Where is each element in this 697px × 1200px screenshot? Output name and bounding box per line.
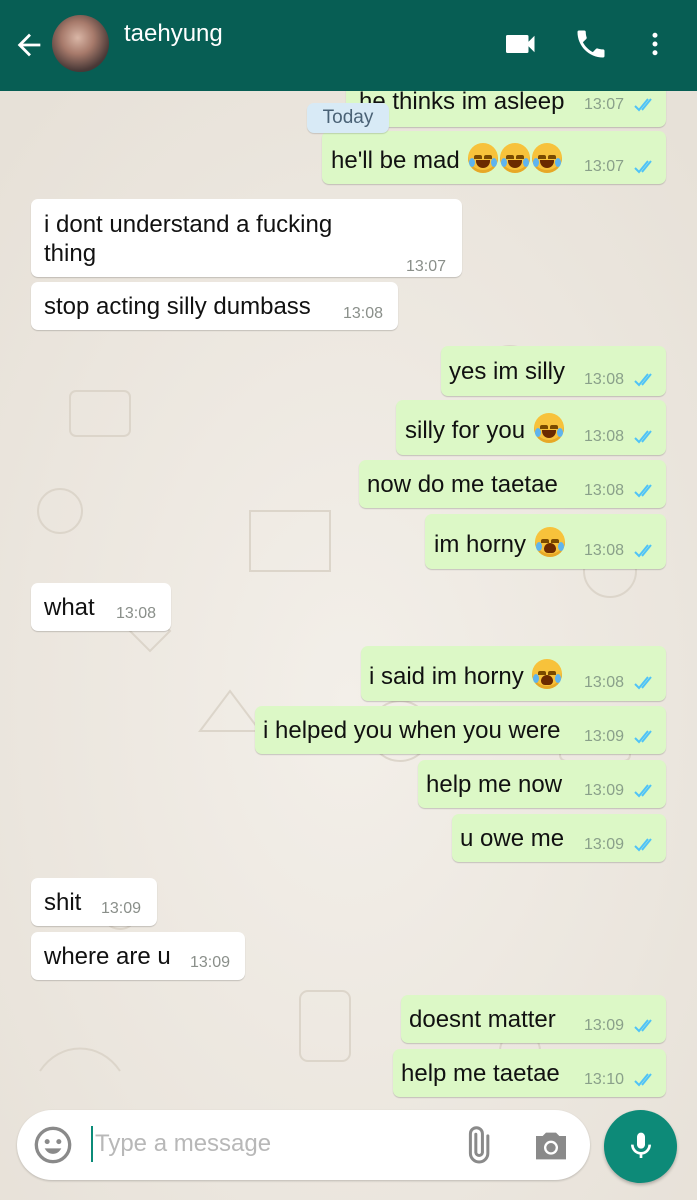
message-time: 13:08 bbox=[116, 605, 157, 622]
message-text: doesnt matter bbox=[409, 1006, 556, 1033]
read-ticks-icon bbox=[634, 98, 652, 112]
message-bubble-outgoing[interactable]: silly for you 13:08 bbox=[396, 400, 666, 455]
read-ticks-icon bbox=[634, 484, 652, 498]
message-input-bar[interactable]: Type a message bbox=[17, 1110, 590, 1180]
message-text-line: i dont understand a fucking bbox=[44, 211, 333, 238]
message-text: help me now bbox=[426, 771, 563, 798]
paperclip-icon[interactable] bbox=[457, 1126, 497, 1166]
message-text: yes im silly bbox=[449, 358, 566, 385]
message-text: now do me taetae bbox=[367, 471, 558, 498]
message-list[interactable]: Today he thinks im asleep 13:07 he'll be… bbox=[0, 91, 697, 1200]
message-input[interactable]: Type a message bbox=[95, 1130, 271, 1158]
message-bubble-outgoing[interactable]: i said im horny 13:08 bbox=[361, 646, 666, 701]
read-ticks-icon bbox=[634, 730, 652, 744]
message-time: 13:10 bbox=[584, 1071, 625, 1088]
read-ticks-icon bbox=[634, 1073, 652, 1087]
message-bubble-outgoing[interactable]: im horny 13:08 bbox=[425, 514, 666, 569]
message-bubble-outgoing[interactable]: i helped you when you were 13:09 bbox=[255, 706, 666, 754]
date-separator: Today bbox=[307, 103, 389, 133]
message-time: 13:09 bbox=[584, 728, 625, 745]
text-caret bbox=[91, 1126, 93, 1162]
microphone-icon bbox=[631, 1132, 651, 1158]
contact-avatar[interactable] bbox=[52, 15, 109, 72]
message-bubble-outgoing[interactable]: help me now 13:09 bbox=[418, 760, 666, 808]
message-bubble-outgoing[interactable]: yes im silly 13:08 bbox=[441, 346, 666, 396]
message-time: 13:07 bbox=[406, 258, 447, 275]
message-bubble-outgoing[interactable]: u owe me 13:09 bbox=[452, 814, 666, 862]
read-ticks-icon bbox=[634, 1019, 652, 1033]
read-ticks-icon bbox=[634, 430, 652, 444]
contact-name[interactable]: taehyung bbox=[124, 20, 223, 48]
whatsapp-chat-screen: taehyung Today he thinks im asleep 13:07… bbox=[0, 0, 697, 1200]
message-bubble-outgoing[interactable]: now do me taetae 13:08 bbox=[359, 460, 666, 508]
message-time: 13:08 bbox=[584, 674, 625, 691]
message-text: he thinks im asleep bbox=[359, 91, 565, 115]
message-text: i helped you when you were bbox=[263, 717, 561, 744]
read-ticks-icon bbox=[634, 676, 652, 690]
message-time: 13:08 bbox=[584, 371, 625, 388]
read-ticks-icon bbox=[634, 373, 652, 387]
message-text-content: i said im horny bbox=[369, 663, 524, 690]
message-text: he'll be mad bbox=[331, 143, 563, 175]
message-time: 13:09 bbox=[190, 954, 231, 971]
read-ticks-icon bbox=[634, 544, 652, 558]
message-text-line: thing bbox=[44, 240, 97, 267]
read-ticks-icon bbox=[634, 784, 652, 798]
message-time: 13:08 bbox=[584, 428, 625, 445]
message-text: i said im horny bbox=[369, 659, 563, 691]
message-bubble-incoming[interactable]: where are u 13:09 bbox=[31, 932, 245, 980]
message-text: stop acting silly dumbass bbox=[44, 293, 311, 320]
message-bubble-incoming[interactable]: i dont understand a fucking thing 13:07 bbox=[31, 199, 462, 277]
read-ticks-icon bbox=[634, 160, 652, 174]
message-bubble-incoming[interactable]: stop acting silly dumbass 13:08 bbox=[31, 282, 398, 330]
message-bubble-outgoing[interactable]: he'll be mad 13:07 bbox=[322, 131, 666, 184]
laughing-emoji-icon bbox=[500, 143, 531, 173]
message-text: where are u bbox=[44, 943, 171, 970]
read-ticks-icon bbox=[634, 838, 652, 852]
video-camera-icon[interactable] bbox=[500, 26, 542, 62]
message-time: 13:09 bbox=[584, 782, 625, 799]
message-time: 13:09 bbox=[101, 900, 142, 917]
message-text: what bbox=[44, 594, 95, 621]
message-time: 13:07 bbox=[584, 158, 625, 175]
arrow-left-icon[interactable] bbox=[12, 28, 46, 62]
microphone-button[interactable] bbox=[604, 1110, 677, 1183]
laughing-emoji-icon bbox=[533, 413, 564, 443]
message-bubble-outgoing[interactable]: help me taetae 13:10 bbox=[393, 1049, 666, 1097]
message-time: 13:09 bbox=[584, 836, 625, 853]
message-text: im horny bbox=[434, 527, 565, 559]
message-text-content: im horny bbox=[434, 531, 527, 558]
phone-icon[interactable] bbox=[573, 26, 609, 62]
laughing-emoji-icon bbox=[532, 143, 563, 173]
camera-icon[interactable] bbox=[531, 1126, 571, 1166]
message-bubble-incoming[interactable]: what 13:08 bbox=[31, 583, 171, 631]
message-text: u owe me bbox=[460, 825, 565, 852]
crying-emoji-icon bbox=[534, 527, 565, 557]
message-text-content: he'll be mad bbox=[331, 147, 460, 174]
message-bubble-incoming[interactable]: shit 13:09 bbox=[31, 878, 157, 926]
message-bubble-outgoing[interactable]: doesnt matter 13:09 bbox=[401, 995, 666, 1043]
message-time: 13:07 bbox=[584, 96, 625, 113]
message-bubble-outgoing[interactable]: he thinks im asleep 13:07 bbox=[346, 91, 666, 127]
message-text: shit bbox=[44, 889, 82, 916]
message-time: 13:08 bbox=[584, 542, 625, 559]
laughing-emoji-icon bbox=[468, 143, 499, 173]
message-text: help me taetae bbox=[401, 1060, 560, 1087]
message-text: silly for you bbox=[405, 413, 564, 445]
message-time: 13:08 bbox=[584, 482, 625, 499]
message-text-content: silly for you bbox=[405, 417, 526, 444]
message-time: 13:08 bbox=[343, 305, 384, 322]
smiley-icon[interactable] bbox=[33, 1125, 73, 1165]
chat-header: taehyung bbox=[0, 0, 697, 91]
message-time: 13:09 bbox=[584, 1017, 625, 1034]
crying-emoji-icon bbox=[532, 659, 563, 689]
more-vertical-icon[interactable] bbox=[640, 26, 670, 62]
